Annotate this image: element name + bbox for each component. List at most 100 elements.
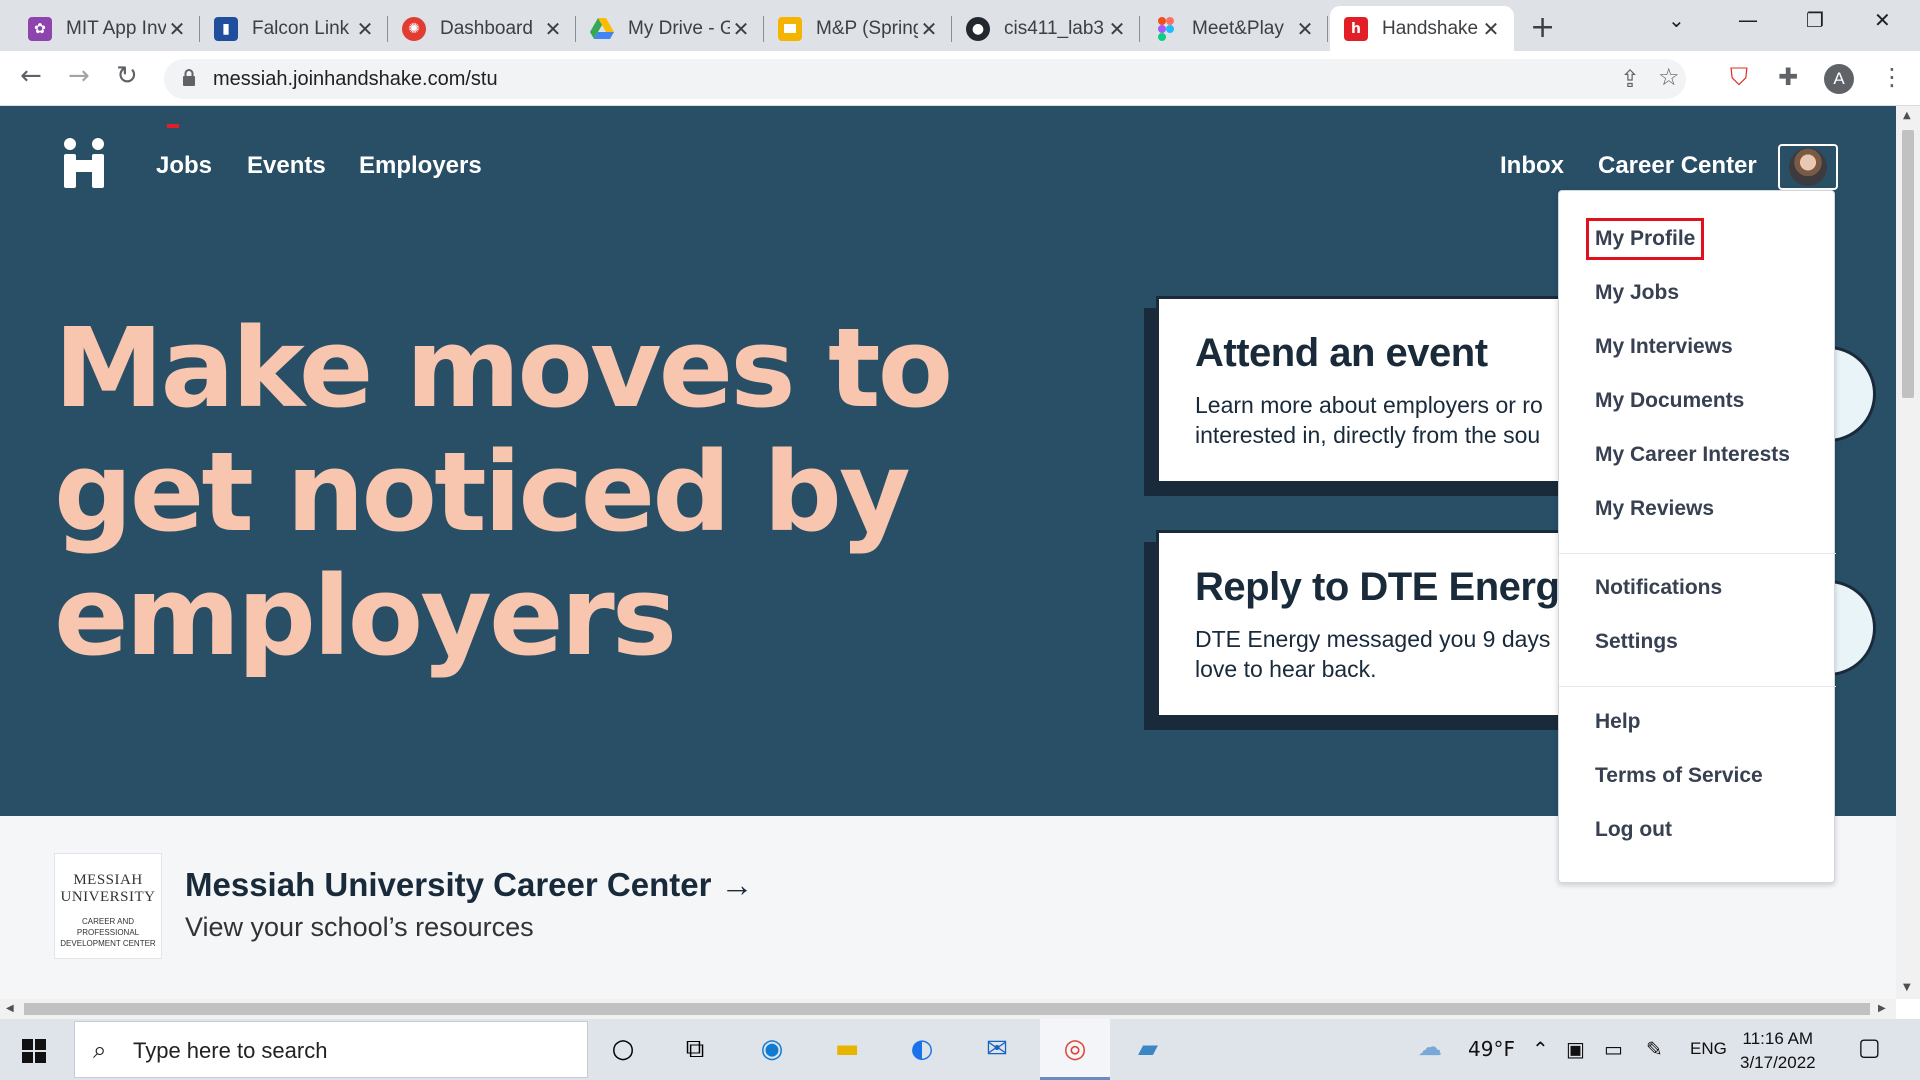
figma-icon xyxy=(1154,16,1178,41)
user-dropdown-menu: My Profile My Jobs My Interviews My Docu… xyxy=(1558,190,1836,883)
task-view-icon[interactable]: ⧉ xyxy=(675,1029,715,1069)
lock-icon xyxy=(183,69,195,86)
nav-inbox[interactable]: Inbox xyxy=(1500,152,1564,180)
scroll-left-icon[interactable]: ◀ xyxy=(6,1003,14,1014)
scroll-down-icon[interactable]: ▼ xyxy=(1903,982,1911,993)
menu-item-my-jobs[interactable]: My Jobs xyxy=(1595,281,1679,305)
windows-taskbar: ⌕ Type here to search ○ ⧉ ◉ ▬ ◐ ✉ ◎ ▰ ☁ … xyxy=(0,1019,1920,1080)
address-bar[interactable]: messiah.joinhandshake.com/stu ⇪ ☆ xyxy=(164,59,1686,99)
restore-window-icon[interactable]: ❐ xyxy=(1806,8,1824,32)
browser-tab[interactable]: ✺ Dashboard ✕ xyxy=(388,6,576,51)
browser-menu-icon[interactable]: ⋮ xyxy=(1880,63,1904,91)
menu-item-log-out[interactable]: Log out xyxy=(1595,818,1672,842)
menu-item-my-interviews[interactable]: My Interviews xyxy=(1595,335,1733,359)
system-clock[interactable]: 11:16 AM 3/17/2022 xyxy=(1740,1027,1816,1075)
weather-cloud-icon[interactable]: ☁ xyxy=(1418,1033,1442,1061)
show-hidden-icons-icon[interactable]: ⌃ xyxy=(1532,1037,1549,1061)
close-tab-icon[interactable]: ✕ xyxy=(166,17,188,41)
horizontal-scrollbar[interactable]: ◀ ▶ xyxy=(0,999,1896,1019)
search-icon: ⌕ xyxy=(93,1036,107,1064)
scroll-up-icon[interactable]: ▲ xyxy=(1903,110,1911,121)
extension-shield-icon[interactable]: ⛉ xyxy=(1730,63,1748,91)
menu-item-settings[interactable]: Settings xyxy=(1595,630,1678,654)
close-tab-icon[interactable]: ✕ xyxy=(730,17,752,41)
browser-tab[interactable]: ▮ Falcon Link ✕ xyxy=(200,6,388,51)
share-icon[interactable]: ⇪ xyxy=(1620,65,1640,93)
menu-item-notifications[interactable]: Notifications xyxy=(1595,576,1722,600)
notifications-icon[interactable]: ▢ xyxy=(1858,1033,1881,1061)
new-tab-button[interactable]: + xyxy=(1530,10,1555,45)
pen-icon[interactable]: ✎ xyxy=(1646,1037,1663,1061)
card-text: DTE Energy messaged you 9 days love to he… xyxy=(1195,626,1551,682)
close-tab-icon[interactable]: ✕ xyxy=(1106,17,1128,41)
handshake-icon: h xyxy=(1344,16,1368,41)
cortana-icon[interactable]: ○ xyxy=(603,1029,643,1069)
google-drive-icon xyxy=(590,17,614,41)
menu-item-my-career-interests[interactable]: My Career Interests xyxy=(1595,443,1790,467)
browser-tab[interactable]: M&P (Spring ✕ xyxy=(764,6,952,51)
nav-events[interactable]: Events xyxy=(247,152,326,180)
browser-tab[interactable]: My Drive - G ✕ xyxy=(576,6,764,51)
back-icon[interactable]: ← xyxy=(20,61,42,91)
notepad-app-icon[interactable]: ▰ xyxy=(1128,1029,1168,1069)
file-explorer-icon[interactable]: ▬ xyxy=(827,1029,867,1069)
nav-career-center[interactable]: Career Center xyxy=(1598,152,1757,180)
browser-tab-strip: ✿ MIT App Inv ✕ ▮ Falcon Link ✕ ✺ Dashbo… xyxy=(0,0,1920,51)
battery-icon[interactable]: ▭ xyxy=(1604,1037,1623,1061)
mail-icon[interactable]: ✉ xyxy=(977,1029,1017,1069)
menu-item-my-documents[interactable]: My Documents xyxy=(1595,389,1744,413)
chrome-icon[interactable]: ◎ xyxy=(1055,1029,1095,1069)
vertical-scrollbar[interactable]: ▲ ▼ xyxy=(1896,106,1920,999)
attend-event-card[interactable]: Attend an event Learn more about employe… xyxy=(1156,296,1586,484)
close-tab-icon[interactable]: ✕ xyxy=(1480,17,1502,41)
menu-item-my-reviews[interactable]: My Reviews xyxy=(1595,497,1714,521)
meet-now-icon[interactable]: ▣ xyxy=(1566,1037,1585,1061)
reload-icon[interactable]: ↻ xyxy=(116,61,138,91)
browser-tab-active[interactable]: h Handshake ✕ xyxy=(1330,6,1514,51)
close-tab-icon[interactable]: ✕ xyxy=(918,17,940,41)
menu-item-my-profile[interactable]: My Profile xyxy=(1585,218,1705,260)
career-center-subtitle: View your school’s resources xyxy=(185,912,534,942)
browser-tab[interactable]: ● cis411_lab3 ✕ xyxy=(952,6,1140,51)
windows-start-icon[interactable] xyxy=(22,1039,46,1063)
mit-app-inventor-icon: ✿ xyxy=(28,16,52,41)
url-text: messiah.joinhandshake.com/stu xyxy=(213,68,498,90)
nav-jobs[interactable]: Jobs xyxy=(156,152,212,180)
vertical-scroll-thumb[interactable] xyxy=(1902,130,1914,398)
messiah-university-logo[interactable]: MESSIAH UNIVERSITY CAREER AND PROFESSION… xyxy=(54,853,162,959)
close-window-icon[interactable]: ✕ xyxy=(1874,8,1891,32)
github-icon: ● xyxy=(966,16,990,41)
taskbar-search-box[interactable]: ⌕ Type here to search xyxy=(74,1021,588,1078)
nav-employers[interactable]: Employers xyxy=(359,152,482,180)
minimize-window-icon[interactable]: — xyxy=(1738,8,1758,32)
browser-tab[interactable]: Meet&Play ✕ xyxy=(1140,6,1328,51)
scroll-right-icon[interactable]: ▶ xyxy=(1878,1003,1886,1014)
tab-search-icon[interactable]: ⌄ xyxy=(1668,8,1685,32)
edge-browser-icon[interactable]: ◉ xyxy=(752,1029,792,1069)
jobs-notification-dot xyxy=(167,124,179,128)
horizontal-scroll-thumb[interactable] xyxy=(24,1003,1870,1015)
browser-toolbar: ← → ↻ messiah.joinhandshake.com/stu ⇪ ☆ … xyxy=(0,51,1920,106)
forward-icon[interactable]: → xyxy=(68,61,90,91)
reply-message-card[interactable]: Reply to DTE Energ DTE Energy messaged y… xyxy=(1156,530,1586,718)
close-tab-icon[interactable]: ✕ xyxy=(354,17,376,41)
card-title: Attend an event xyxy=(1195,331,1488,375)
bookmark-star-icon[interactable]: ☆ xyxy=(1658,63,1680,91)
browser-profile-avatar[interactable]: A xyxy=(1824,64,1854,94)
extensions-puzzle-icon[interactable]: ✚ xyxy=(1778,63,1798,91)
career-center-link[interactable]: Messiah University Career Center → xyxy=(185,866,754,904)
card-text: Learn more about employers or ro interest… xyxy=(1195,392,1543,448)
steam-like-app-icon[interactable]: ◐ xyxy=(902,1029,942,1069)
menu-item-help[interactable]: Help xyxy=(1595,710,1641,734)
browser-tab[interactable]: ✿ MIT App Inv ✕ xyxy=(14,6,200,51)
language-indicator[interactable]: ENG xyxy=(1690,1039,1727,1059)
weather-temperature[interactable]: 49°F xyxy=(1468,1037,1515,1061)
close-tab-icon[interactable]: ✕ xyxy=(1294,17,1316,41)
avatar xyxy=(1789,148,1827,186)
menu-item-terms-of-service[interactable]: Terms of Service xyxy=(1595,764,1763,788)
user-menu-button[interactable] xyxy=(1778,144,1838,190)
handshake-logo[interactable] xyxy=(62,138,106,188)
page-content: Jobs Events Employers Inbox Career Cente… xyxy=(0,106,1896,999)
close-tab-icon[interactable]: ✕ xyxy=(542,17,564,41)
menu-divider xyxy=(1559,553,1836,554)
